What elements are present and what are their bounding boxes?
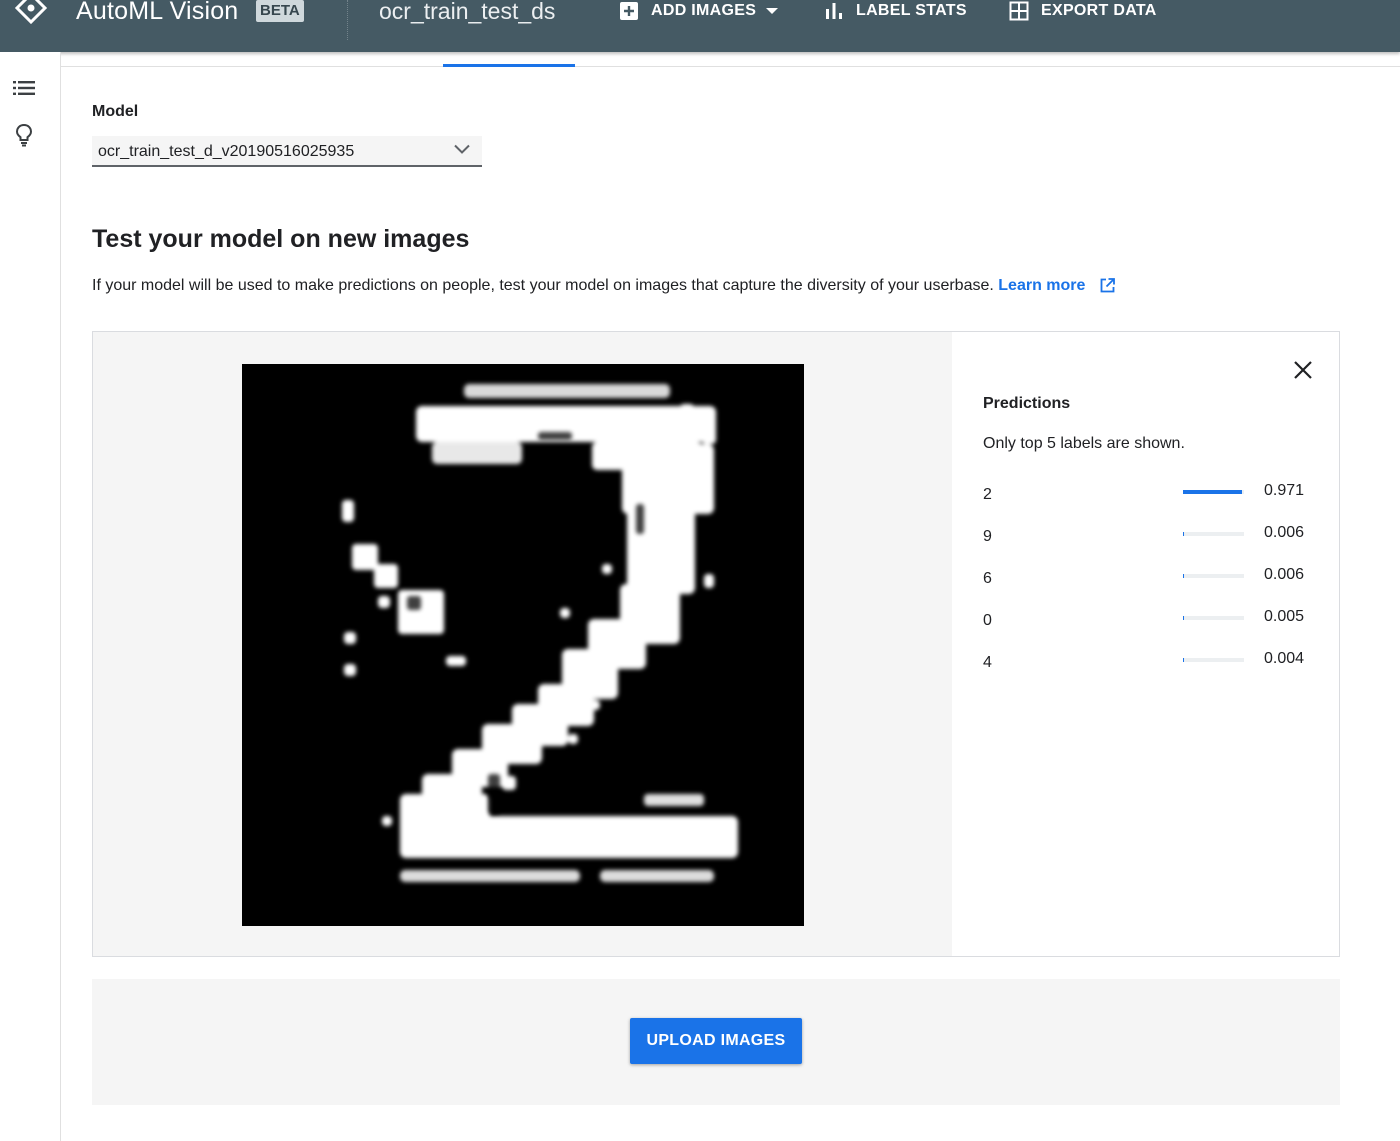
prediction-row: 4 0.004 (983, 650, 1313, 674)
export-data-button[interactable]: EXPORT DATA (1009, 0, 1157, 22)
test-section-description: If your model will be used to make predi… (92, 277, 1115, 295)
prediction-score: 0.971 (1264, 482, 1305, 499)
prediction-bar-track (1183, 532, 1244, 536)
add-box-icon (620, 2, 638, 20)
beta-badge: BETA (256, 0, 304, 22)
add-images-label: ADD IMAGES (651, 2, 757, 19)
description-text: If your model will be used to make predi… (92, 277, 994, 294)
predictions-title: Predictions (983, 395, 1071, 412)
left-rail (0, 52, 61, 1141)
prediction-bar-track (1183, 574, 1244, 578)
model-select-value: ocr_train_test_d_v20190516025935 (98, 143, 355, 160)
chevron-down-icon (454, 144, 470, 154)
prediction-row: 2 0.971 (983, 482, 1313, 506)
prediction-row: 9 0.006 (983, 524, 1313, 548)
handwritten-digit-image (342, 384, 738, 882)
upload-images-button[interactable]: UPLOAD IMAGES (630, 1018, 802, 1064)
prediction-label: 4 (983, 654, 992, 671)
prediction-bar-track (1183, 490, 1244, 494)
predictions-subtitle: Only top 5 labels are shown. (983, 435, 1185, 452)
prediction-label: 0 (983, 612, 992, 629)
prediction-score: 0.004 (1264, 650, 1305, 667)
test-section-heading: Test your model on new images (92, 225, 470, 253)
header-divider (347, 0, 348, 40)
automl-logo-icon[interactable] (14, 0, 48, 24)
prediction-bar-track (1183, 658, 1244, 662)
prediction-score: 0.006 (1264, 524, 1305, 541)
top-app-bar: AutoML Vision BETA ocr_train_test_ds ADD… (0, 0, 1400, 52)
app-title: AutoML Vision (76, 0, 239, 25)
prediction-row: 6 0.006 (983, 566, 1313, 590)
export-data-label: EXPORT DATA (1041, 2, 1157, 19)
lightbulb-button[interactable] (11, 122, 37, 148)
prediction-score: 0.006 (1264, 566, 1305, 583)
tab-divider (61, 66, 1400, 67)
bar-chart-icon (826, 3, 842, 19)
close-icon (1294, 361, 1312, 379)
list-icon (13, 81, 35, 95)
prediction-bar-track (1183, 616, 1244, 620)
upload-area: UPLOAD IMAGES (92, 979, 1340, 1105)
learn-more-link[interactable]: Learn more (998, 277, 1085, 294)
prediction-label: 6 (983, 570, 992, 587)
close-predictions-button[interactable] (1289, 356, 1317, 384)
model-label: Model (92, 103, 139, 120)
dataset-title: ocr_train_test_ds (379, 0, 556, 24)
prediction-label: 9 (983, 528, 992, 545)
grid-icon (1009, 1, 1029, 21)
test-image-area (93, 332, 952, 956)
add-images-button[interactable]: ADD IMAGES (619, 0, 779, 22)
dropdown-caret-icon (766, 8, 779, 14)
lightbulb-icon (15, 123, 33, 147)
model-select[interactable]: ocr_train_test_d_v20190516025935 (92, 136, 482, 167)
prediction-bar-fill (1183, 490, 1243, 494)
label-stats-button[interactable]: LABEL STATS (824, 0, 967, 22)
external-link-icon[interactable] (1100, 278, 1115, 293)
active-tab-indicator (443, 64, 575, 67)
prediction-row: 0 0.005 (983, 608, 1313, 632)
prediction-result-panel: Predictions Only top 5 labels are shown.… (92, 331, 1340, 957)
test-image-digit-2 (242, 364, 804, 926)
prediction-score: 0.005 (1264, 608, 1305, 625)
prediction-label: 2 (983, 486, 992, 503)
label-stats-label: LABEL STATS (856, 2, 967, 19)
list-button[interactable] (11, 75, 37, 101)
